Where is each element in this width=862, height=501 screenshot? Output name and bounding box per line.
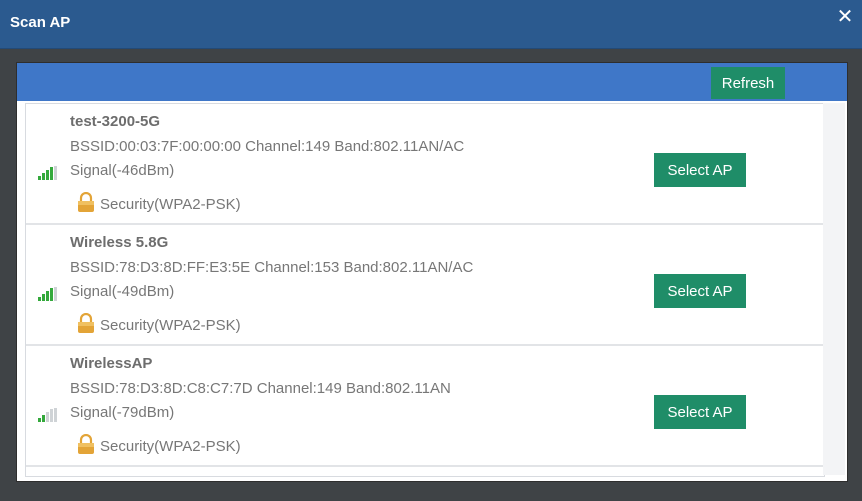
refresh-button[interactable]: Refresh bbox=[711, 67, 785, 99]
close-icon[interactable]: ✕ bbox=[834, 6, 856, 28]
signal-strength-icon bbox=[38, 166, 57, 180]
lock-icon bbox=[78, 192, 94, 212]
signal-strength-icon bbox=[38, 408, 57, 422]
ap-signal: Signal(-79dBm) bbox=[70, 404, 175, 421]
ap-security: Security(WPA2-PSK) bbox=[100, 438, 241, 455]
ap-list-item: WirelessAP BSSID:78:D3:8D:C8:C7:7D Chann… bbox=[26, 346, 824, 467]
select-ap-button[interactable]: Select AP bbox=[654, 153, 746, 187]
lock-icon bbox=[78, 313, 94, 333]
signal-strength-icon bbox=[38, 287, 57, 301]
dialog-title: Scan AP bbox=[10, 14, 71, 31]
ap-list-item: Wireless 5.8G BSSID:78:D3:8D:FF:E3:5E Ch… bbox=[26, 225, 824, 346]
ap-ssid: WirelessAP bbox=[70, 355, 153, 372]
ap-details: BSSID:00:03:7F:00:00:00 Channel:149 Band… bbox=[70, 138, 465, 155]
scan-results-panel: Refresh test-3200-5G BSSID:00:03:7F:00:0… bbox=[16, 62, 848, 482]
list-scrollbar[interactable] bbox=[823, 103, 845, 475]
ap-ssid: test-3200-5G bbox=[70, 113, 161, 130]
ap-details: BSSID:78:D3:8D:C8:C7:7D Channel:149 Band… bbox=[70, 380, 451, 397]
ap-security: Security(WPA2-PSK) bbox=[100, 317, 241, 334]
scan-ap-dialog: Scan AP ✕ Refresh test-3200-5G BSSID:00:… bbox=[0, 0, 862, 501]
dialog-title-bar: Scan AP ✕ bbox=[0, 0, 862, 49]
panel-header: Refresh bbox=[17, 63, 847, 101]
ap-ssid: Wireless 5.8G bbox=[70, 234, 169, 251]
ap-signal: Signal(-46dBm) bbox=[70, 162, 175, 179]
select-ap-button[interactable]: Select AP bbox=[654, 395, 746, 429]
ap-details: BSSID:78:D3:8D:FF:E3:5E Channel:153 Band… bbox=[70, 259, 474, 276]
ap-list[interactable]: test-3200-5G BSSID:00:03:7F:00:00:00 Cha… bbox=[25, 103, 825, 477]
select-ap-button[interactable]: Select AP bbox=[654, 274, 746, 308]
ap-list-item: test-3200-5G BSSID:00:03:7F:00:00:00 Cha… bbox=[26, 104, 824, 225]
ap-security: Security(WPA2-PSK) bbox=[100, 196, 241, 213]
lock-icon bbox=[78, 434, 94, 454]
ap-signal: Signal(-49dBm) bbox=[70, 283, 175, 300]
